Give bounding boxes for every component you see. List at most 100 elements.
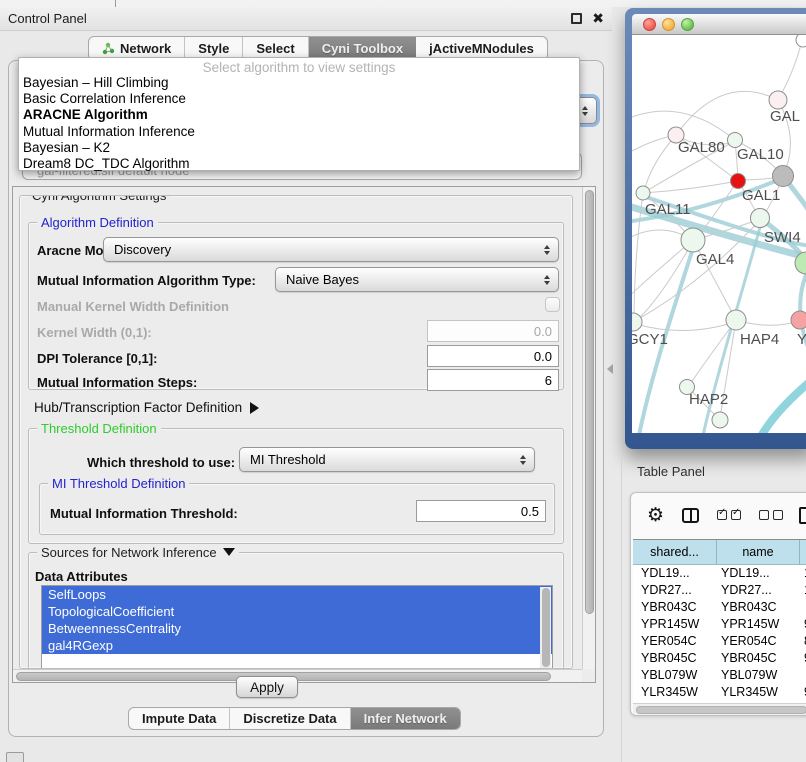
- tab-label: Style: [198, 41, 229, 56]
- cell-name: YER054C: [717, 633, 800, 650]
- algorithm-option-bayesian-hill-climbing[interactable]: Bayesian – Hill Climbing: [19, 75, 579, 91]
- network-canvas[interactable]: GAL GAL80 GAL10 GAL1 GAL11 SWI4 GAL4 GCY…: [632, 35, 806, 433]
- data-attributes-list[interactable]: SelfLoopsTopologicalCoefficientBetweenne…: [41, 585, 553, 669]
- cell-name: YLR345W: [717, 684, 800, 701]
- node-gal11[interactable]: [636, 186, 650, 200]
- aracne-mode-combobox[interactable]: Discovery: [103, 237, 559, 262]
- network-icon: [102, 42, 115, 55]
- node-bottom[interactable]: [712, 412, 728, 428]
- partial-corner-widget: [6, 752, 24, 762]
- algorithm-option-bayesian-k2[interactable]: Bayesian – K2: [19, 140, 579, 156]
- hub-factor-label: Hub/Transcription Factor Definition: [34, 400, 242, 415]
- list-item[interactable]: TopologicalCoefficient: [42, 603, 552, 620]
- table-row[interactable]: YBR045C YBR045C 9.: [633, 650, 806, 667]
- mit-field[interactable]: [416, 500, 546, 522]
- sources-title: Sources for Network Inference: [41, 545, 217, 560]
- node-gal2-partial[interactable]: [769, 91, 787, 109]
- manual-kernel-checkbox[interactable]: [545, 297, 560, 312]
- cell-shared-name: YBL079W: [633, 667, 717, 684]
- cell-shared-name: YDL19...: [633, 565, 717, 582]
- which-threshold-combobox[interactable]: MI Threshold: [239, 447, 535, 472]
- node-hap4[interactable]: [726, 310, 746, 330]
- unchecked-checkbox-icon: [773, 510, 783, 520]
- cell-shared-name: YPR145W: [633, 616, 717, 633]
- list-scrollbar[interactable]: [540, 587, 551, 669]
- manual-kernel-label: Manual Kernel Width Definition: [37, 299, 229, 314]
- mi-steps-label: Mutual Information Steps:: [37, 375, 197, 390]
- column-header-shared[interactable]: shared...: [633, 540, 717, 564]
- combo-arrows-icon: [544, 275, 550, 285]
- hub-factor-section-toggle[interactable]: Hub/Transcription Factor Definition: [34, 400, 259, 415]
- svg-text:Y: Y: [797, 331, 806, 348]
- node-gcy1[interactable]: [632, 313, 642, 331]
- settings-vertical-scrollbar[interactable]: [582, 187, 595, 669]
- collapse-down-icon[interactable]: [223, 548, 235, 556]
- column-header-partial[interactable]: A: [800, 540, 806, 564]
- split-columns-icon[interactable]: [682, 508, 699, 523]
- algorithm-option-basic-correlation[interactable]: Basic Correlation Inference: [19, 91, 579, 107]
- group-title: Sources for Network Inference: [37, 545, 239, 560]
- screen: Control Panel ✖ Network Style Select Cyn…: [0, 0, 806, 762]
- table-row[interactable]: YDL19... YDL19... 13: [633, 565, 806, 582]
- table-header-row: shared... name A: [633, 539, 806, 565]
- select-all-columns-button[interactable]: [717, 510, 741, 520]
- minimize-button[interactable]: [662, 18, 675, 31]
- algorithm-option-aracne[interactable]: ARACNE Algorithm: [19, 107, 579, 123]
- table-row[interactable]: YBR043C YBR043C: [633, 599, 806, 616]
- deselect-all-columns-button[interactable]: [759, 510, 783, 520]
- kernel-width-label: Kernel Width (0,1):: [37, 325, 152, 340]
- table-row[interactable]: YER054C YER054C 8.: [633, 633, 806, 650]
- table-horizontal-scrollbar[interactable]: [633, 703, 806, 715]
- algorithm-definition-group: Algorithm Definition Aracne Mode: Discov…: [28, 222, 564, 390]
- cell-value: [800, 599, 806, 616]
- network-window-titlebar[interactable]: [632, 14, 806, 35]
- float-window-icon[interactable]: [571, 13, 582, 24]
- threshold-definition-group: Threshold Definition Which threshold to …: [28, 428, 564, 544]
- tab-infer-network[interactable]: Infer Network: [351, 708, 460, 729]
- checked-checkbox-icon: [717, 510, 727, 520]
- tab-discretize-data[interactable]: Discretize Data: [230, 708, 350, 729]
- algorithm-option-mutual-information[interactable]: Mutual Information Inference: [19, 124, 579, 140]
- algorithm-option-dream8[interactable]: Dream8 DC_TDC Algorithm: [19, 156, 579, 172]
- tab-impute-data[interactable]: Impute Data: [129, 708, 230, 729]
- table-row[interactable]: YLR345W YLR345W 9.: [633, 684, 806, 701]
- svg-text:HAP2: HAP2: [689, 391, 728, 408]
- table-row[interactable]: YBL079W YBL079W: [633, 667, 806, 684]
- cell-value: 13: [800, 565, 806, 582]
- cell-value: 12: [800, 582, 806, 599]
- network-view-window: GAL GAL80 GAL10 GAL1 GAL11 SWI4 GAL4 GCY…: [625, 8, 806, 449]
- svg-text:GAL80: GAL80: [678, 139, 725, 156]
- table-row[interactable]: YDR27... YDR27... 12: [633, 582, 806, 599]
- table-row[interactable]: YPR145W YPR145W 9.: [633, 616, 806, 633]
- panel-splitter-handle[interactable]: [607, 364, 613, 374]
- control-panel-header: Control Panel ✖: [0, 7, 612, 31]
- node-gray[interactable]: [773, 166, 794, 187]
- cell-value: 9.: [800, 684, 806, 701]
- node-salmon[interactable]: [791, 311, 806, 329]
- mi-type-combobox[interactable]: Naive Bayes: [275, 267, 559, 292]
- node-gal4[interactable]: [681, 228, 705, 252]
- node-swi4[interactable]: [751, 209, 770, 228]
- cell-shared-name: YER054C: [633, 633, 717, 650]
- cell-name: YBR045C: [717, 650, 800, 667]
- zoom-button[interactable]: [681, 18, 694, 31]
- list-item[interactable]: gal4RGexp: [42, 637, 552, 654]
- mi-steps-field[interactable]: [427, 369, 559, 391]
- apply-button[interactable]: Apply: [236, 676, 298, 698]
- cell-value: 8.: [800, 633, 806, 650]
- close-button[interactable]: [643, 18, 656, 31]
- dpi-tolerance-field[interactable]: [427, 345, 559, 367]
- group-title: Algorithm Definition: [37, 215, 158, 230]
- tab-label: Discretize Data: [243, 711, 336, 726]
- svg-text:SWI4: SWI4: [764, 229, 801, 246]
- node-partial-top[interactable]: [796, 35, 806, 47]
- gear-icon[interactable]: ⚙: [647, 504, 664, 527]
- list-item[interactable]: BetweennessCentrality: [42, 620, 552, 637]
- table-body: YDL19... YDL19... 13 YDR27... YDR27... 1…: [633, 565, 806, 703]
- tab-label: Impute Data: [142, 711, 216, 726]
- document-icon[interactable]: [799, 507, 806, 524]
- column-header-name[interactable]: name: [717, 540, 800, 564]
- kernel-width-field[interactable]: [427, 320, 559, 342]
- list-item[interactable]: SelfLoops: [42, 586, 552, 603]
- close-icon[interactable]: ✖: [592, 13, 604, 24]
